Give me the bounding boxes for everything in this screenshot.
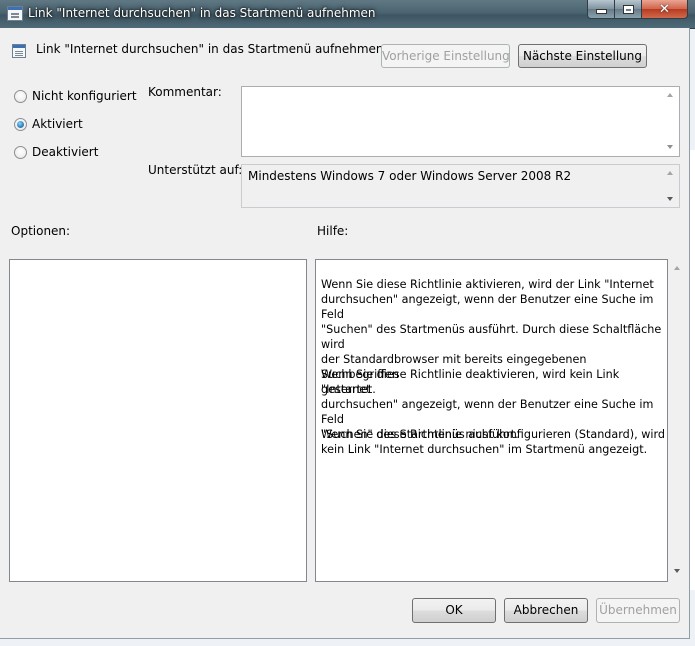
apply-button[interactable]: Übernehmen <box>596 598 680 623</box>
supported-on-label: Unterstützt auf: <box>148 163 243 177</box>
scroll-down-icon[interactable] <box>667 145 673 149</box>
minimize-button[interactable] <box>587 0 615 19</box>
close-button[interactable]: ✕ <box>641 0 688 19</box>
scroll-up-icon[interactable] <box>667 171 673 175</box>
supported-on-scrollbar[interactable] <box>662 165 679 207</box>
setting-title: Link "Internet durchsuchen" in das Start… <box>36 42 384 56</box>
options-label: Optionen: <box>11 224 71 238</box>
comment-field[interactable] <box>241 86 680 157</box>
previous-setting-button[interactable]: Vorherige Einstellung <box>381 44 510 68</box>
policy-setting-icon <box>12 44 26 58</box>
maximize-button[interactable] <box>614 0 642 19</box>
radio-button[interactable] <box>14 90 27 103</box>
radio-label: Aktiviert <box>32 117 83 131</box>
radio-button[interactable] <box>14 118 27 131</box>
scroll-down-icon[interactable] <box>667 197 673 201</box>
help-label: Hilfe: <box>317 224 349 238</box>
title-bar[interactable]: Link "Internet durchsuchen" in das Start… <box>0 0 695 29</box>
help-paragraph: Wenn Sie diese Richtlinie nicht konfigur… <box>321 428 666 456</box>
cancel-button[interactable]: Abbrechen <box>504 598 588 623</box>
comment-scrollbar[interactable] <box>662 87 679 156</box>
options-panel[interactable] <box>9 259 307 582</box>
help-panel[interactable]: Wenn Sie diese Richtlinie aktivieren, wi… <box>315 259 668 582</box>
scroll-up-icon[interactable] <box>667 93 673 97</box>
next-setting-button[interactable]: Nächste Einstellung <box>518 44 647 68</box>
scroll-up-icon[interactable] <box>674 266 680 270</box>
scroll-down-icon[interactable] <box>674 569 680 573</box>
radio-label: Deaktiviert <box>32 145 99 159</box>
policy-setting-icon <box>7 6 23 21</box>
close-icon: ✕ <box>659 2 670 17</box>
radio-label: Nicht konfiguriert <box>32 89 137 103</box>
window-title: Link "Internet durchsuchen" in das Start… <box>28 6 376 20</box>
minimize-icon <box>595 9 607 14</box>
maximize-icon <box>622 5 634 14</box>
comment-label: Kommentar: <box>148 85 222 99</box>
ok-button[interactable]: OK <box>412 598 496 623</box>
supported-on-value: Mindestens Windows 7 oder Windows Server… <box>248 169 572 183</box>
dialog-scrollbar[interactable] <box>669 258 686 583</box>
supported-on-field[interactable]: Mindestens Windows 7 oder Windows Server… <box>241 164 680 208</box>
radio-button[interactable] <box>14 146 27 159</box>
